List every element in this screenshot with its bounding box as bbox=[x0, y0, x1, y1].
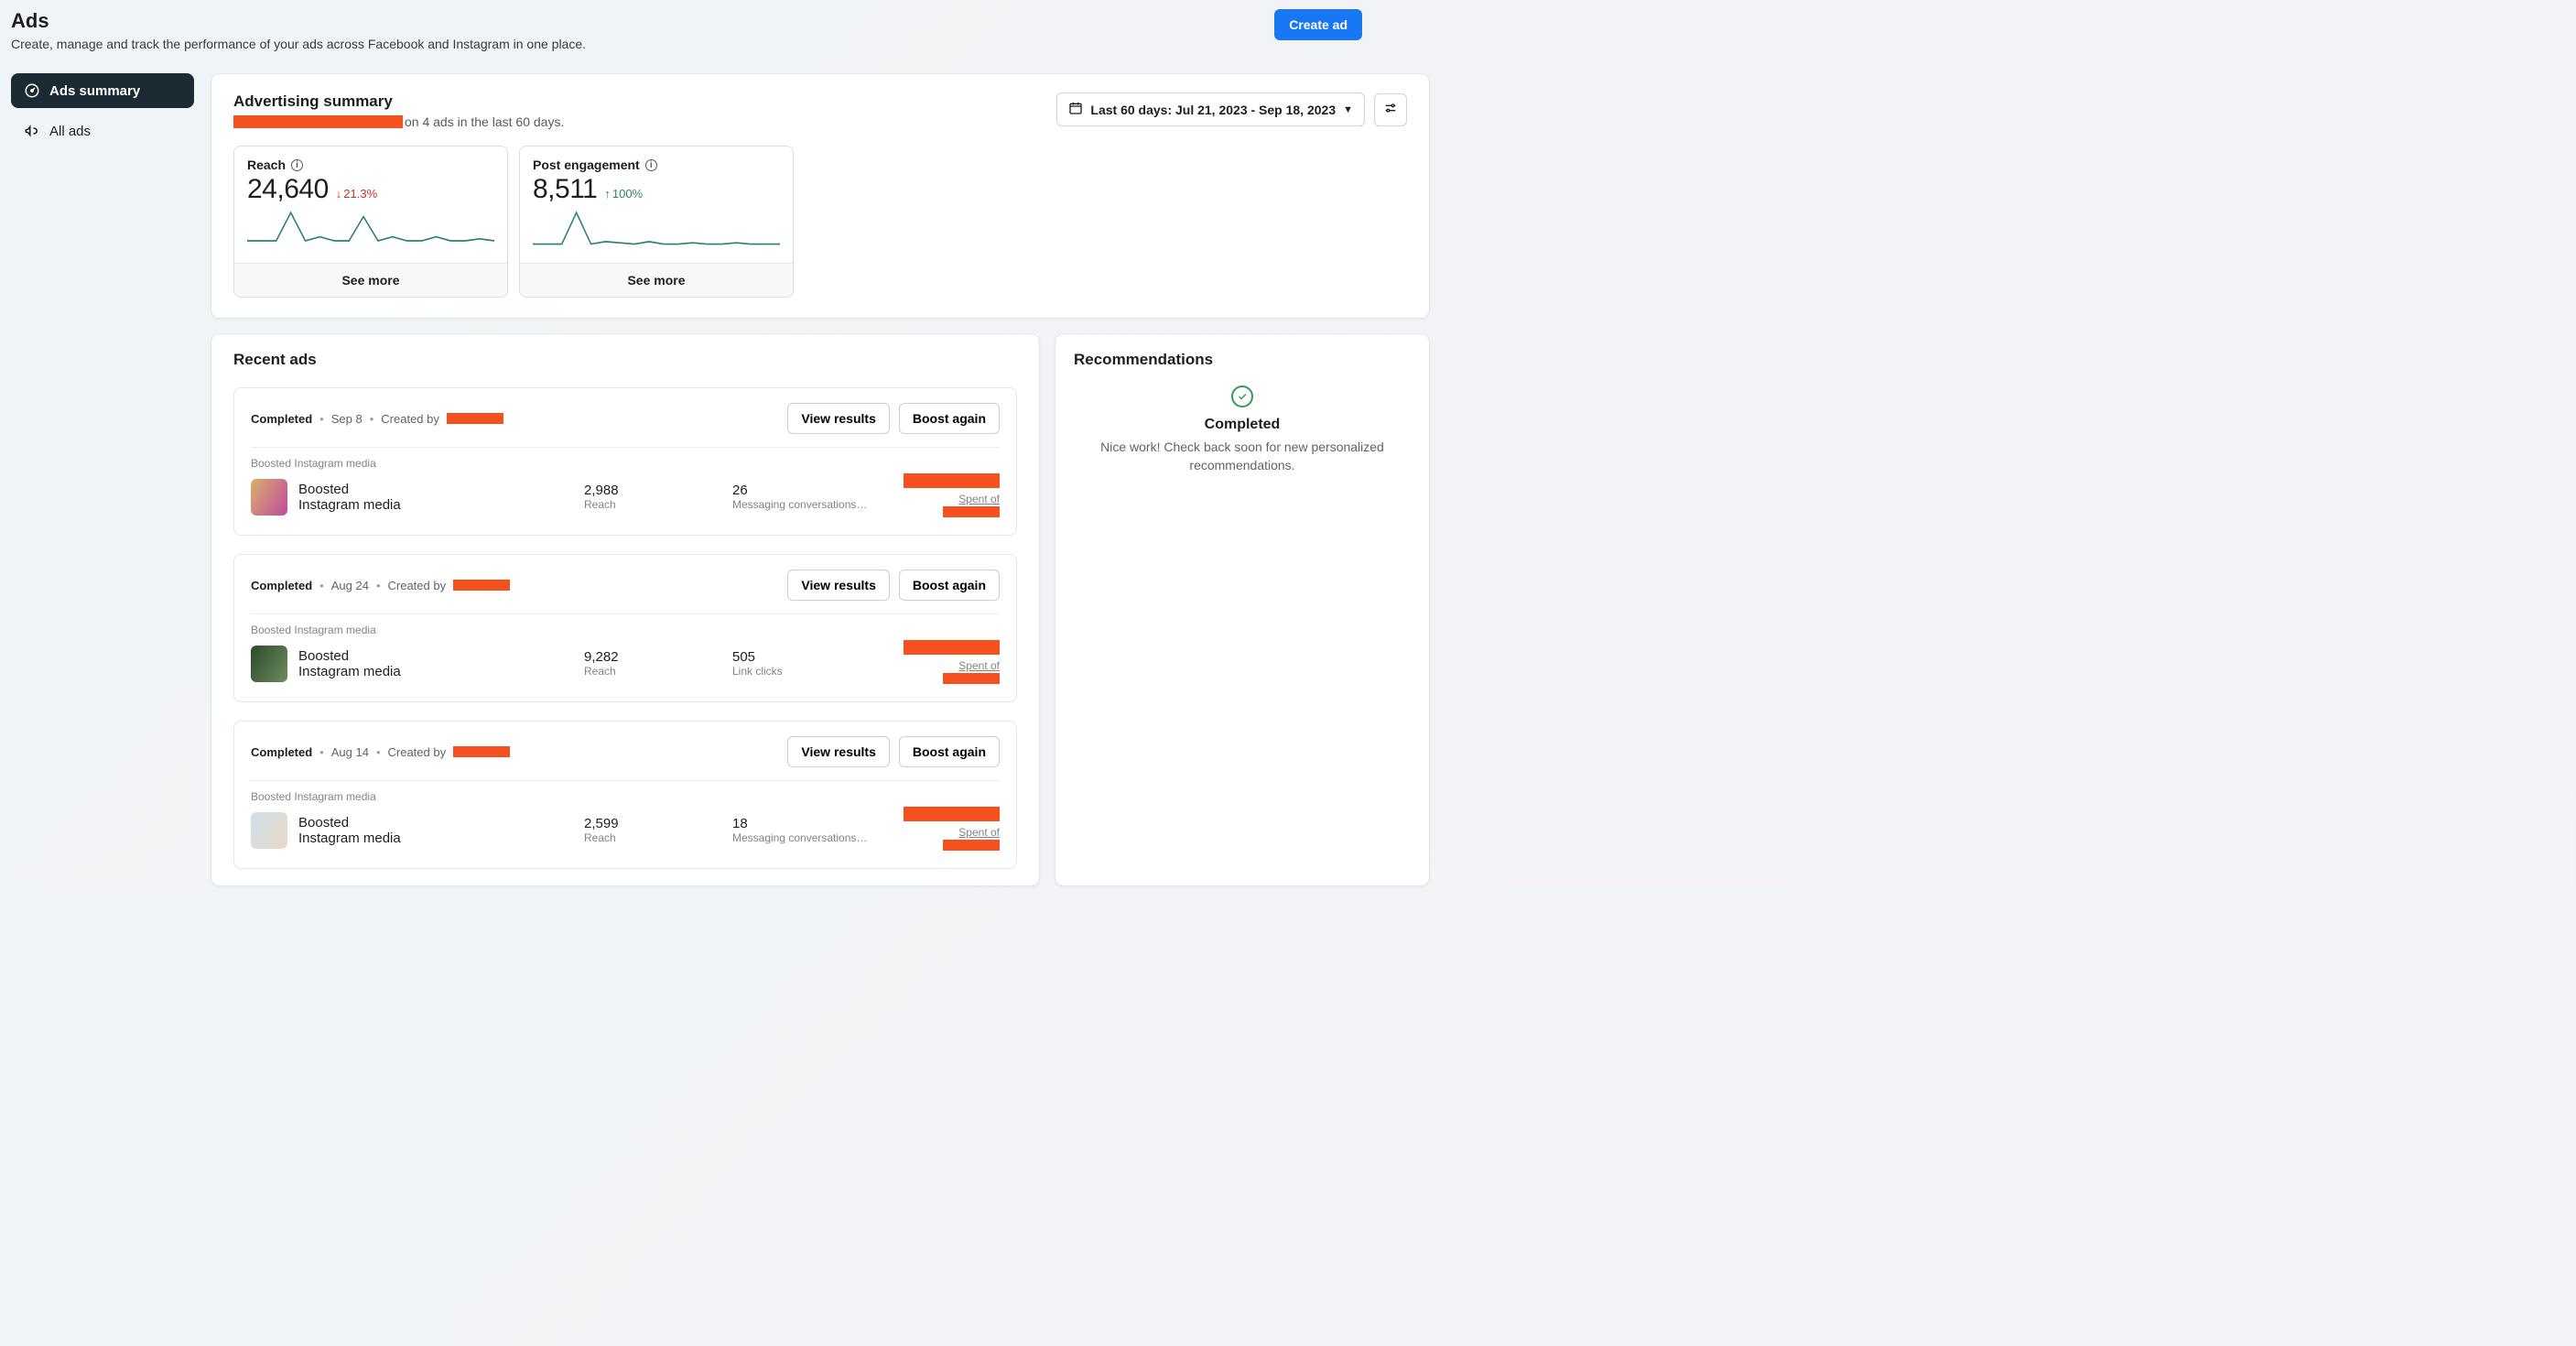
redacted-budget bbox=[943, 506, 1000, 517]
recent-ads-title: Recent ads bbox=[233, 351, 1017, 369]
redacted-budget bbox=[943, 673, 1000, 684]
boost-again-button[interactable]: Boost again bbox=[899, 570, 1000, 601]
view-results-button[interactable]: View results bbox=[787, 736, 889, 767]
summary-title: Advertising summary bbox=[233, 92, 564, 111]
recommendations-status: Completed bbox=[1074, 417, 1411, 433]
summary-settings-button[interactable] bbox=[1374, 93, 1407, 126]
page-title: Ads bbox=[11, 9, 586, 33]
stat-spend: Spent of bbox=[881, 807, 1000, 853]
stat-secondary: 26Messaging conversations… bbox=[732, 483, 870, 511]
stat-reach: 2,599Reach bbox=[584, 816, 721, 844]
ad-type-label: Boosted Instagram media bbox=[251, 790, 1000, 803]
created-by-label: Created by bbox=[388, 579, 447, 592]
metric-label-text: Reach bbox=[247, 157, 286, 172]
redacted-budget bbox=[943, 840, 1000, 851]
ad-item: Completed•Sep 8•Created byView resultsBo… bbox=[233, 387, 1017, 536]
sidebar: Ads summary All ads bbox=[11, 73, 194, 886]
redacted-spend bbox=[904, 473, 1000, 488]
sidebar-item-ads-summary[interactable]: Ads summary bbox=[11, 73, 194, 108]
see-more-button[interactable]: See more bbox=[234, 263, 507, 297]
gauge-icon bbox=[24, 82, 40, 99]
sidebar-item-label: Ads summary bbox=[49, 83, 140, 99]
boost-again-button[interactable]: Boost again bbox=[899, 403, 1000, 434]
date-range-label: Last 60 days: Jul 21, 2023 - Sep 18, 202… bbox=[1090, 103, 1336, 117]
created-by-label: Created by bbox=[388, 745, 447, 759]
ad-thumbnail[interactable] bbox=[251, 646, 287, 682]
see-more-button[interactable]: See more bbox=[520, 263, 793, 297]
redacted-creator bbox=[453, 580, 510, 591]
ad-type-label: Boosted Instagram media bbox=[251, 457, 1000, 470]
summary-subtitle: on 4 ads in the last 60 days. bbox=[405, 114, 564, 129]
sidebar-item-label: All ads bbox=[49, 124, 91, 139]
stat-spend: Spent of bbox=[881, 640, 1000, 687]
ad-status: Completed bbox=[251, 745, 312, 759]
sliders-icon bbox=[1383, 101, 1398, 118]
caret-down-icon: ▼ bbox=[1343, 104, 1353, 115]
stat-secondary: 18Messaging conversations… bbox=[732, 816, 870, 844]
ad-date: Sep 8 bbox=[331, 412, 363, 426]
redacted-spend bbox=[904, 640, 1000, 655]
recommendations-card: Recommendations Completed Nice work! Che… bbox=[1055, 333, 1430, 886]
page-subtitle: Create, manage and track the performance… bbox=[11, 37, 586, 51]
calendar-icon bbox=[1068, 101, 1083, 118]
advertising-summary-card: Advertising summary on 4 ads in the last… bbox=[211, 73, 1430, 319]
view-results-button[interactable]: View results bbox=[787, 570, 889, 601]
sparkline bbox=[234, 211, 507, 254]
ad-title[interactable]: BoostedInstagram media bbox=[298, 815, 573, 846]
metric-card: Reachi 24,640 ↓ 21.3% See more bbox=[233, 146, 508, 298]
ad-thumbnail[interactable] bbox=[251, 479, 287, 516]
ad-date: Aug 24 bbox=[331, 579, 369, 592]
check-circle-icon bbox=[1231, 385, 1253, 407]
info-icon[interactable]: i bbox=[291, 159, 303, 171]
ad-title[interactable]: BoostedInstagram media bbox=[298, 648, 573, 679]
ad-date: Aug 14 bbox=[331, 745, 369, 759]
megaphone-icon bbox=[24, 123, 40, 139]
metric-value: 8,511 bbox=[533, 174, 597, 205]
page-header: Ads Create, manage and track the perform… bbox=[11, 9, 1362, 51]
redacted-spend bbox=[904, 807, 1000, 821]
create-ad-button[interactable]: Create ad bbox=[1274, 9, 1362, 40]
view-results-button[interactable]: View results bbox=[787, 403, 889, 434]
metric-delta: ↓ 21.3% bbox=[336, 187, 377, 201]
ad-thumbnail[interactable] bbox=[251, 812, 287, 849]
ad-status: Completed bbox=[251, 412, 312, 426]
ad-title[interactable]: BoostedInstagram media bbox=[298, 482, 573, 513]
ad-type-label: Boosted Instagram media bbox=[251, 624, 1000, 636]
stat-spend: Spent of bbox=[881, 473, 1000, 520]
redacted-creator bbox=[453, 746, 510, 757]
created-by-label: Created by bbox=[381, 412, 439, 426]
sparkline bbox=[520, 211, 793, 254]
metric-value: 24,640 bbox=[247, 174, 329, 205]
stat-secondary: 505Link clicks bbox=[732, 649, 870, 678]
metric-label-text: Post engagement bbox=[533, 157, 640, 172]
stat-reach: 2,988Reach bbox=[584, 483, 721, 511]
recommendations-title: Recommendations bbox=[1074, 351, 1411, 369]
metric-label: Post engagement i bbox=[533, 157, 780, 172]
metric-card: Post engagement i 8,511 ↑ 100% See more bbox=[519, 146, 794, 298]
stat-reach: 9,282Reach bbox=[584, 649, 721, 678]
ad-status: Completed bbox=[251, 579, 312, 592]
info-icon[interactable]: i bbox=[645, 159, 657, 171]
ad-item: Completed•Aug 24•Created byView resultsB… bbox=[233, 554, 1017, 702]
redacted-creator bbox=[447, 413, 503, 424]
boost-again-button[interactable]: Boost again bbox=[899, 736, 1000, 767]
metric-label: Reachi bbox=[247, 157, 494, 172]
redacted-account-name bbox=[233, 115, 403, 128]
recommendations-text: Nice work! Check back soon for new perso… bbox=[1074, 439, 1411, 474]
ad-item: Completed•Aug 14•Created byView resultsB… bbox=[233, 721, 1017, 869]
header-titles: Ads Create, manage and track the perform… bbox=[11, 9, 586, 51]
sidebar-item-all-ads[interactable]: All ads bbox=[11, 114, 194, 148]
date-range-picker[interactable]: Last 60 days: Jul 21, 2023 - Sep 18, 202… bbox=[1056, 92, 1365, 126]
recent-ads-card: Recent ads Completed•Sep 8•Created byVie… bbox=[211, 333, 1040, 886]
metric-delta: ↑ 100% bbox=[604, 187, 643, 201]
